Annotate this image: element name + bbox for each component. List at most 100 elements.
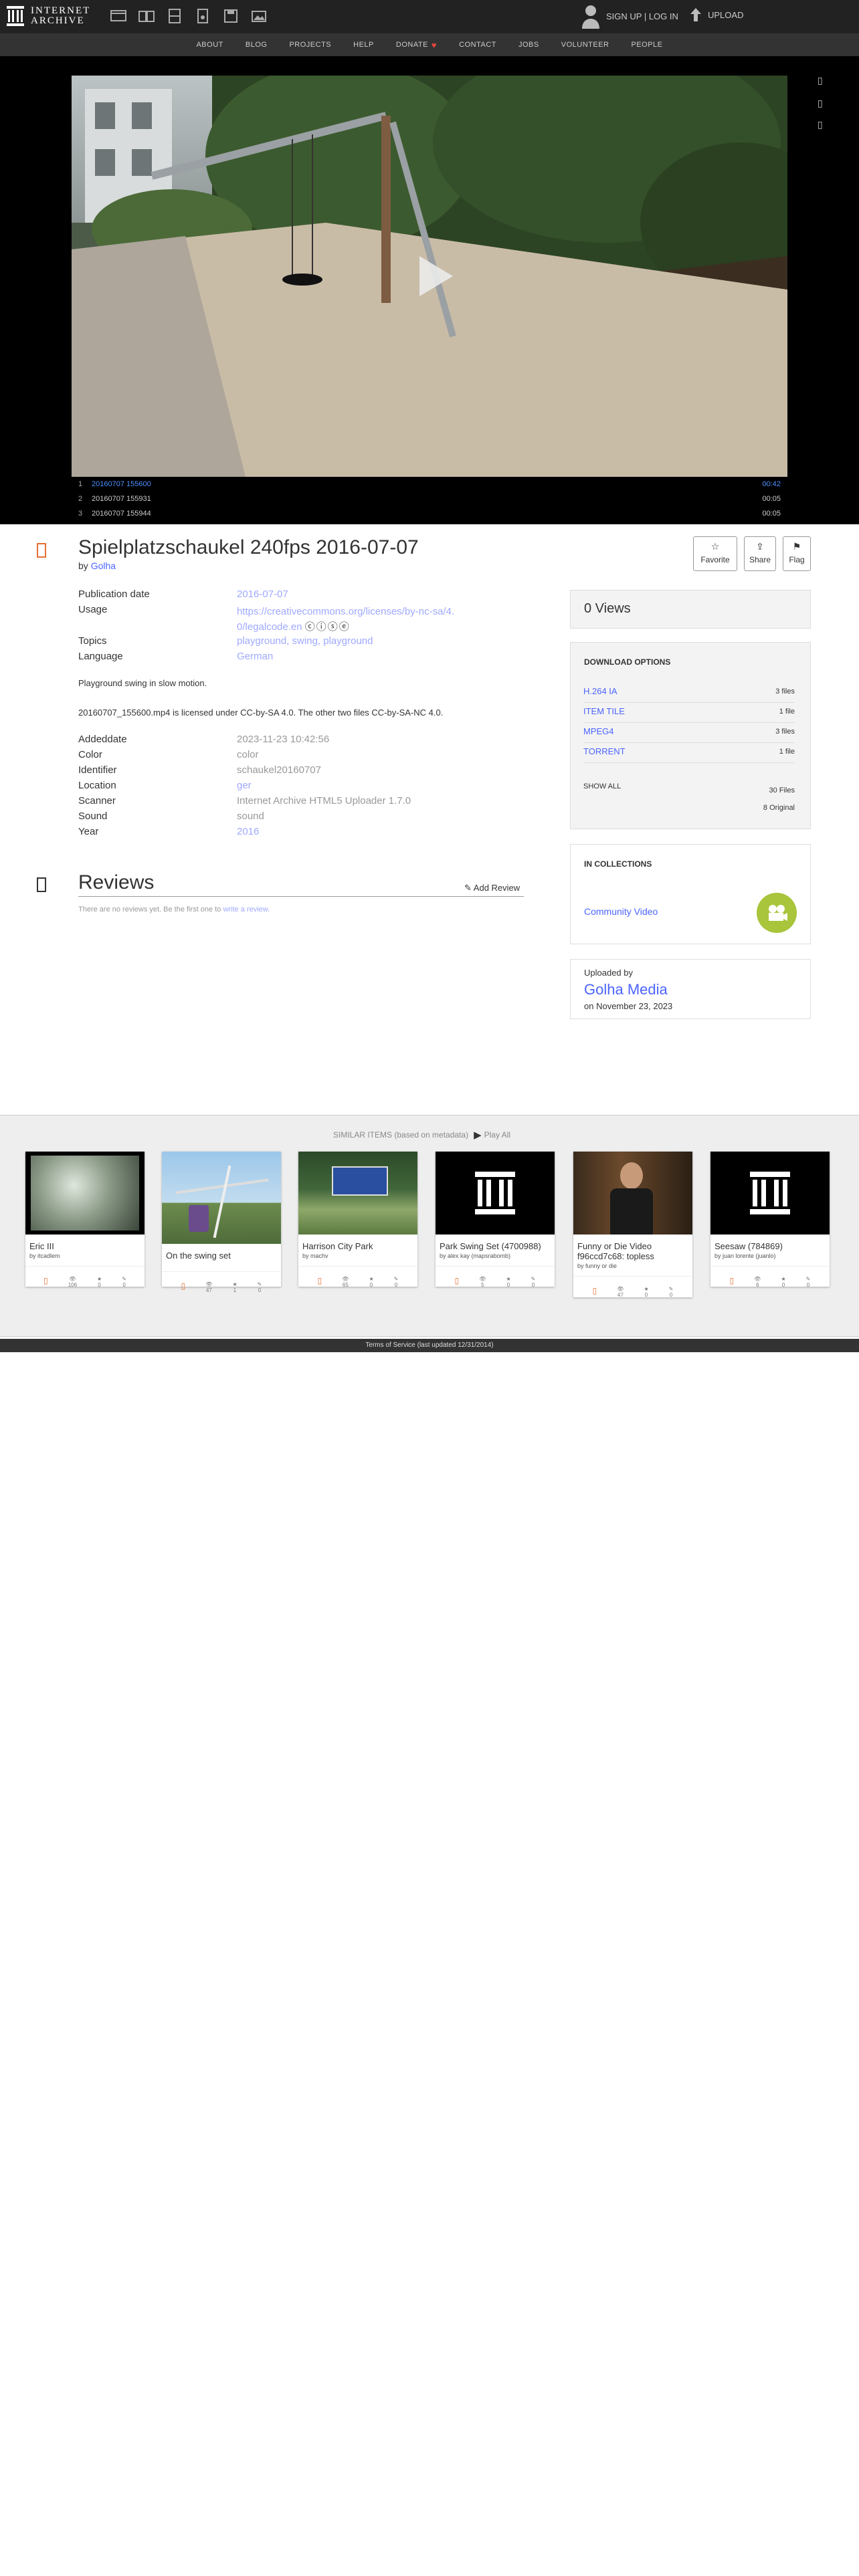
item-thumbnail: [573, 1152, 692, 1235]
fullscreen-icon[interactable]: ▯: [818, 98, 827, 108]
texts-icon[interactable]: [138, 8, 155, 24]
favorite-button[interactable]: ☆ Favorite: [693, 536, 737, 571]
views-stat: 👁 5: [479, 1276, 486, 1288]
similar-item-tile[interactable]: On the swing set ▯ 👁 47 ★ 1 ✎ 0: [162, 1152, 281, 1293]
upload-link[interactable]: UPLOAD: [689, 7, 743, 23]
meta-key: Location: [78, 780, 116, 791]
nav-donate[interactable]: DONATE ♥: [396, 40, 437, 50]
reviews-stat: ✎ 0: [393, 1276, 399, 1288]
views-stat: 👁 47: [205, 1281, 212, 1293]
download-file-count: 1 file: [779, 748, 795, 756]
language-link[interactable]: German: [237, 651, 273, 662]
signin-link[interactable]: SIGN UP | LOG IN: [581, 3, 678, 29]
meta-key: Color: [78, 749, 102, 760]
tile-stats: ▯ 👁 6 ★ 0 ✎ 0: [710, 1266, 830, 1292]
images-icon[interactable]: [250, 8, 268, 24]
playlist-item[interactable]: 3 20160707 155944 00:05: [72, 506, 787, 521]
views-stat: 👁 6: [754, 1276, 761, 1288]
meta-key: Topics: [78, 635, 107, 647]
software-icon[interactable]: [222, 8, 240, 24]
write-review-link[interactable]: write a review.: [223, 905, 270, 914]
location-link[interactable]: ger: [237, 780, 252, 791]
playlist-item-duration: 00:05: [762, 495, 781, 503]
download-option-row[interactable]: TORRENT 1 file: [583, 742, 795, 763]
download-format-link[interactable]: TORRENT: [583, 746, 626, 756]
download-option-row[interactable]: MPEG4 3 files: [583, 722, 795, 743]
download-format-link[interactable]: H.264 IA: [583, 686, 617, 696]
topics-links[interactable]: playground, swing, playground: [237, 635, 373, 647]
top-navbar: INTERNET ARCHIVE SIGN UP | LOG IN UPLOAD: [0, 0, 859, 33]
video-player[interactable]: [72, 76, 787, 477]
play-all-button[interactable]: ▶ Play All: [474, 1129, 510, 1141]
flag-button[interactable]: ⚑ Flag: [783, 536, 811, 571]
download-option-row[interactable]: H.264 IA 3 files: [583, 682, 795, 703]
publication-date-link[interactable]: 2016-07-07: [237, 588, 288, 600]
tile-title: Funny or Die Video f96ccd7c68: topless: [577, 1241, 654, 1261]
meta-value: 2016: [237, 826, 259, 837]
views-panel: 0 Views: [570, 590, 811, 629]
playlist-item[interactable]: 2 20160707 155931 00:05: [72, 492, 787, 506]
collection-link[interactable]: Community Video: [584, 906, 658, 917]
views-count: 0 Views: [584, 601, 631, 616]
image-type-icon: ▯: [454, 1276, 460, 1285]
flag-label: Flag: [789, 555, 805, 564]
web-icon[interactable]: [110, 8, 127, 24]
meta-key: Scanner: [78, 795, 116, 807]
similar-item-tile[interactable]: Funny or Die Video f96ccd7c68: topless b…: [573, 1152, 692, 1298]
nav-projects[interactable]: PROJECTS: [289, 41, 331, 49]
similar-item-tile[interactable]: Park Swing Set (4700988) by alex kay (ma…: [436, 1152, 555, 1288]
creator-link[interactable]: Golha: [91, 560, 116, 571]
uploader-link[interactable]: Golha Media: [584, 981, 668, 998]
download-option-row[interactable]: ITEM TILE 1 file: [583, 702, 795, 723]
item-thumbnail: [162, 1152, 281, 1244]
nav-about[interactable]: ABOUT: [196, 41, 223, 49]
views-count: 106: [68, 1282, 78, 1288]
video-icon[interactable]: [166, 8, 183, 24]
playlist-item[interactable]: 1 20160707 155600 00:42: [72, 477, 787, 492]
meta-value: 2016-07-07: [237, 588, 288, 600]
favorites-count: 0: [98, 1282, 101, 1288]
tile-stats: ▯ 👁 47 ★ 0 ✎ 0: [573, 1276, 692, 1302]
add-review-button[interactable]: ✎ Add Review: [464, 883, 520, 893]
download-format-link[interactable]: ITEM TILE: [583, 706, 625, 716]
nav-help[interactable]: HELP: [353, 41, 374, 49]
similar-item-tile[interactable]: Seesaw (784869) by juan lorente (juanlo)…: [710, 1152, 830, 1288]
meta-value: German: [237, 651, 273, 662]
download-file-count: 1 file: [779, 708, 795, 716]
theater-toggle-icon[interactable]: ▯: [818, 75, 827, 86]
logo-text-line1: INTERNET: [31, 5, 91, 16]
total-files: 30 Files: [769, 786, 795, 794]
secondary-nav: ABOUT BLOG PROJECTS HELP DONATE ♥ CONTACT…: [0, 33, 859, 56]
download-format-link[interactable]: MPEG4: [583, 726, 614, 736]
eye-icon: 👁: [479, 1276, 486, 1282]
flag-icon: ⚑: [792, 541, 801, 552]
original-files: 8 Original: [763, 804, 795, 812]
meta-key: Addeddate: [78, 734, 127, 745]
nav-contact[interactable]: CONTACT: [459, 41, 496, 49]
footer-terms-link[interactable]: Terms of Service (last updated 12/31/201…: [0, 1339, 859, 1352]
share-button[interactable]: ⇪ Share: [744, 536, 776, 571]
nav-volunteer[interactable]: VOLUNTEER: [561, 41, 609, 49]
views-count: 47: [205, 1287, 212, 1293]
views-count: 47: [617, 1292, 624, 1298]
ia-logo[interactable]: INTERNET ARCHIVE: [7, 6, 90, 26]
playlist-icon[interactable]: ▯: [818, 119, 827, 130]
nav-blog[interactable]: BLOG: [246, 41, 268, 49]
meta-value: schaukel20160707: [237, 764, 321, 776]
year-link[interactable]: 2016: [237, 826, 259, 837]
favorite-label: Favorite: [700, 555, 730, 564]
show-all-link[interactable]: SHOW ALL: [583, 782, 621, 790]
views-stat: 👁 65: [342, 1276, 349, 1288]
nav-donate-label: DONATE: [395, 41, 428, 49]
audio-icon[interactable]: [194, 8, 211, 24]
community-video-badge[interactable]: [757, 893, 797, 933]
tile-title: Harrison City Park: [302, 1241, 373, 1251]
similar-item-tile[interactable]: Harrison City Park by machv ▯ 👁 65 ★ 0 ✎ 0: [298, 1152, 417, 1288]
meta-value: ger: [237, 780, 252, 791]
archive-building-icon: [7, 6, 24, 26]
download-file-count: 3 files: [775, 687, 795, 695]
tile-title: On the swing set: [166, 1251, 231, 1261]
nav-jobs[interactable]: JOBS: [518, 41, 539, 49]
similar-item-tile[interactable]: Eric III by itcadlem ▯ 👁 106 ★ 0 ✎ 0: [25, 1152, 145, 1288]
nav-people[interactable]: PEOPLE: [631, 41, 662, 49]
